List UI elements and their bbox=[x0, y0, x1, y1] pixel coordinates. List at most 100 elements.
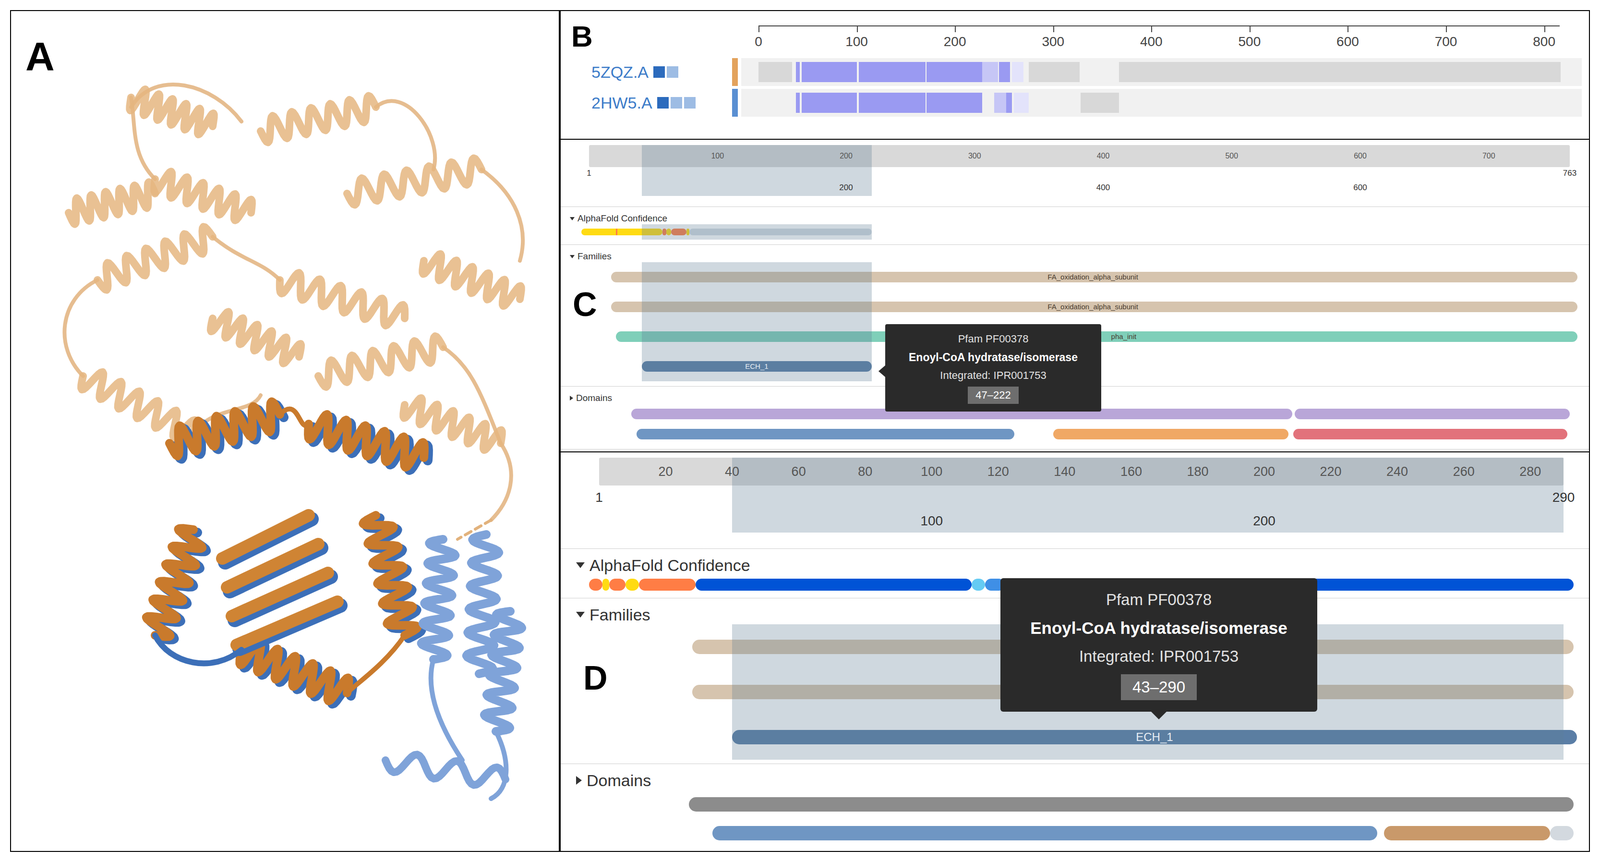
feature-bar[interactable] bbox=[712, 825, 1378, 841]
coverage-segment bbox=[926, 61, 983, 83]
ruler-tick: 300 bbox=[968, 150, 982, 162]
ruler-start: 1 bbox=[595, 487, 603, 508]
coverage-segment bbox=[982, 61, 999, 83]
template-name[interactable]: 2HW5.A bbox=[591, 93, 653, 113]
ruler-tick: 500 bbox=[1225, 150, 1239, 162]
selection-band bbox=[641, 224, 872, 240]
ruler-tick: 700 bbox=[1434, 34, 1458, 50]
blue-extension bbox=[385, 519, 522, 799]
ruler[interactable]: 1002003004005006007001763200400600 bbox=[589, 144, 1570, 196]
template-chip bbox=[653, 66, 665, 78]
ruler-tick: 600 bbox=[1336, 34, 1360, 50]
feature-bar[interactable] bbox=[666, 228, 672, 236]
feature-bar[interactable] bbox=[609, 578, 626, 591]
orange-chain bbox=[64, 84, 523, 520]
ruler-tick: 160 bbox=[1120, 461, 1143, 482]
coverage-segment bbox=[758, 61, 793, 83]
track-header[interactable]: AlphaFold Confidence bbox=[560, 212, 1589, 225]
aligned-core bbox=[146, 401, 429, 704]
coverage-segment bbox=[795, 92, 800, 113]
coverage-segment bbox=[1080, 92, 1119, 113]
feature-bar[interactable] bbox=[695, 578, 972, 591]
ruler-tick: 20 bbox=[658, 461, 674, 482]
ruler-section: 1002003004005006007001763200400600 bbox=[560, 139, 1589, 207]
feature-bar[interactable] bbox=[638, 578, 696, 591]
feature-bar[interactable] bbox=[1294, 408, 1570, 420]
feature-bar[interactable] bbox=[615, 228, 618, 236]
panel-label: B bbox=[571, 19, 593, 54]
ruler-tick: 100 bbox=[920, 510, 943, 531]
feature-bar[interactable] bbox=[662, 228, 667, 236]
expanded-icon[interactable] bbox=[569, 254, 575, 259]
ruler-section: 2040608010012014016018020022024026028012… bbox=[560, 452, 1589, 549]
panel-label: A bbox=[25, 35, 55, 79]
expanded-icon[interactable] bbox=[569, 216, 575, 221]
feature-bar[interactable] bbox=[671, 228, 687, 236]
feature-bar[interactable] bbox=[689, 228, 872, 236]
row-stripe bbox=[732, 58, 738, 86]
ruler-tick: 0 bbox=[754, 34, 763, 50]
ruler-tick: 80 bbox=[857, 461, 873, 482]
track-header[interactable]: Families bbox=[560, 250, 1589, 263]
selection-band bbox=[641, 144, 872, 196]
track-row: FA_oxidation_alpha_subunit bbox=[589, 262, 1570, 292]
feature-bar[interactable] bbox=[636, 428, 1015, 440]
ruler[interactable]: 2040608010012014016018020022024026028012… bbox=[599, 457, 1564, 533]
row-stripe bbox=[732, 88, 738, 117]
track-row bbox=[589, 224, 1570, 240]
ruler-tick: 100 bbox=[845, 34, 868, 50]
ruler-tick: 200 bbox=[1253, 461, 1276, 482]
template-row[interactable]: 2HW5.A bbox=[560, 88, 1589, 117]
feature-bar[interactable] bbox=[971, 578, 986, 591]
coverage-segment bbox=[994, 92, 1007, 113]
feature-bar[interactable] bbox=[1383, 825, 1551, 841]
template-row[interactable]: 5ZQZ.A bbox=[560, 58, 1589, 86]
ruler-tick: 140 bbox=[1053, 461, 1076, 482]
tooltip: Pfam PF00378Enoyl-CoA hydratase/isomeras… bbox=[1000, 577, 1318, 712]
ruler-tick: 240 bbox=[1386, 461, 1408, 482]
coverage-segment bbox=[1118, 61, 1562, 83]
track-row bbox=[599, 818, 1564, 848]
feature-bar[interactable] bbox=[1293, 428, 1567, 440]
ruler-tick: 200 bbox=[839, 150, 853, 162]
track-row: FA_oxidation_alpha_subunit bbox=[589, 291, 1570, 322]
right-column: B 0 100 200 300 400 500 600 700 800 5ZQZ.A 2HW5.A C 1… bbox=[559, 10, 1590, 852]
panel-label: C bbox=[572, 286, 598, 323]
template-chip bbox=[684, 96, 696, 109]
expanded-icon[interactable] bbox=[576, 611, 585, 618]
ruler-tick: 260 bbox=[1453, 461, 1475, 482]
feature-bar[interactable] bbox=[589, 578, 603, 591]
ruler-tick: 300 bbox=[1041, 34, 1065, 50]
feature-bar[interactable] bbox=[625, 578, 639, 591]
coverage-track bbox=[741, 58, 1582, 86]
ruler-tick: 200 bbox=[943, 34, 967, 50]
sequence-ruler: 0100200300400500600700800 bbox=[758, 20, 1574, 55]
feature-bar[interactable] bbox=[1550, 825, 1574, 841]
ruler-end: 290 bbox=[1552, 487, 1576, 508]
collapsed-icon[interactable] bbox=[576, 775, 582, 785]
feature-bar[interactable] bbox=[688, 796, 1574, 812]
tooltip-arrow bbox=[1151, 711, 1167, 720]
feature-bar[interactable] bbox=[602, 578, 610, 591]
panel-c: C1002003004005006007001763200400600Alpha… bbox=[559, 139, 1590, 453]
range-badge: 47–222 bbox=[967, 386, 1019, 404]
ruler-tick: 400 bbox=[1096, 150, 1110, 162]
expanded-icon[interactable] bbox=[576, 562, 585, 568]
track-header[interactable]: AlphaFold Confidence bbox=[560, 555, 1589, 575]
coverage-segment bbox=[1011, 61, 1024, 83]
coverage-segment bbox=[801, 61, 857, 83]
collapsed-icon[interactable] bbox=[569, 395, 574, 401]
coverage-track bbox=[741, 88, 1582, 117]
coverage-segment bbox=[998, 61, 1011, 83]
feature-bar[interactable] bbox=[581, 228, 663, 236]
track-row: ECH_1 bbox=[599, 714, 1564, 760]
coverage-segment bbox=[1013, 92, 1029, 113]
ruler-tick: 120 bbox=[987, 461, 1010, 482]
ruler-tick: 400 bbox=[1140, 34, 1163, 50]
selection-band bbox=[641, 321, 872, 352]
ruler-tick: 800 bbox=[1532, 34, 1556, 50]
feature-bar[interactable] bbox=[1053, 428, 1289, 440]
template-name[interactable]: 5ZQZ.A bbox=[591, 62, 649, 82]
coverage-segment bbox=[858, 61, 926, 83]
track-header[interactable]: Domains bbox=[560, 770, 1589, 790]
